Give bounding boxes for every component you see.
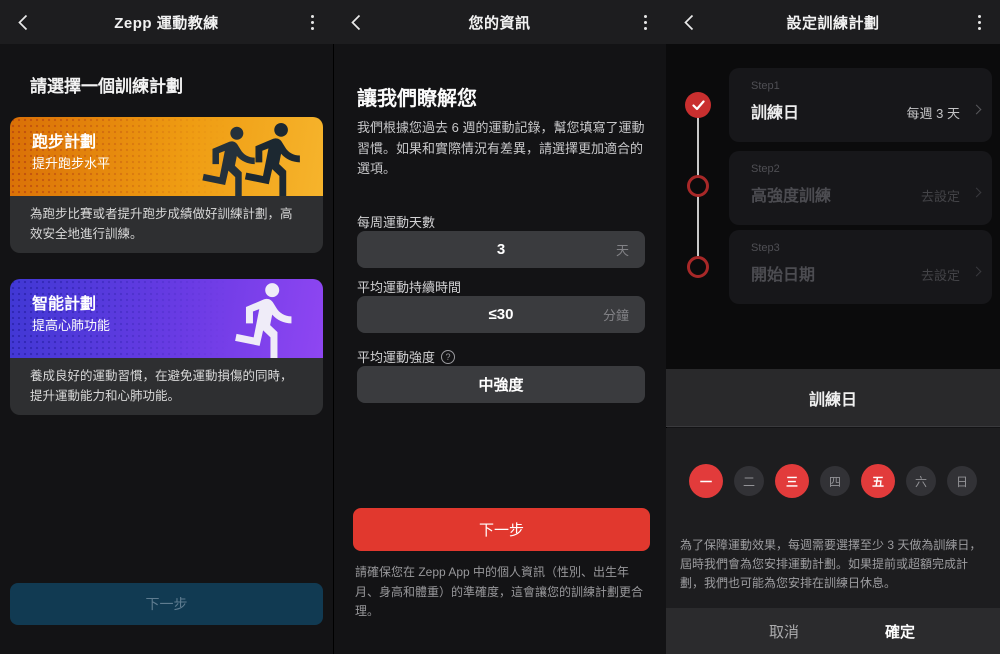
back-icon[interactable] — [679, 12, 699, 32]
bottom-sheet-footer: 取消 確定 — [666, 608, 1000, 654]
day-thursday[interactable]: 四 — [820, 466, 850, 496]
plan-description: 為跑步比賽或者提升跑步成績做好訓練計劃，高效安全地進行訓練。 — [10, 196, 323, 253]
step-card-training-days[interactable]: Step1 訓練日 每週 3 天 — [729, 68, 992, 142]
avg-duration-select[interactable]: ≤30 分鐘 — [357, 296, 645, 333]
step-number: Step1 — [751, 80, 780, 92]
confirm-button[interactable]: 確定 — [840, 621, 960, 642]
running-plan-banner: 跑步計劃 提升跑步水平 — [10, 117, 323, 196]
screen-your-info: 您的資訊 讓我們瞭解您 我們根據您過去 6 週的運動記錄，幫您填寫了運動習慣。如… — [333, 0, 666, 654]
day-monday[interactable]: 一 — [689, 464, 723, 498]
chevron-right-icon — [972, 267, 982, 277]
step-value: 去設定 — [921, 186, 960, 205]
field-label-duration: 平均運動持續時間 — [357, 277, 461, 296]
day-sunday[interactable]: 日 — [947, 466, 977, 496]
step-number: Step3 — [751, 242, 780, 254]
field-unit: 天 — [616, 240, 629, 259]
step-value: 每週 3 天 — [907, 103, 960, 122]
runners-image — [235, 118, 317, 196]
plan-description: 養成良好的運動習慣，在避免運動損傷的同時，提升運動能力和心肺功能。 — [10, 358, 323, 415]
day-tuesday[interactable]: 二 — [734, 466, 764, 496]
step-card-high-intensity[interactable]: Step2 高強度訓練 去設定 — [729, 151, 992, 225]
step1-done-indicator — [685, 92, 711, 118]
field-label-days: 每周運動天數 — [357, 212, 435, 231]
step-title: 訓練日 — [751, 99, 799, 123]
page-title: Zepp 運動教練 — [114, 12, 219, 33]
plan-subtitle: 提升跑步水平 — [32, 153, 110, 172]
check-icon — [692, 100, 705, 111]
field-label-text: 平均運動強度 — [357, 347, 435, 366]
runner-image — [225, 279, 309, 358]
step-title: 開始日期 — [751, 261, 815, 285]
chevron-right-icon — [972, 105, 982, 115]
back-icon[interactable] — [13, 12, 33, 32]
step-card-start-date[interactable]: Step3 開始日期 去設定 — [729, 230, 992, 304]
page-title: 設定訓練計劃 — [786, 12, 879, 33]
next-button-disabled[interactable]: 下一步 — [10, 583, 323, 625]
plan-title: 智能計劃 — [32, 290, 96, 314]
field-value: ≤30 — [489, 306, 514, 323]
step-number: Step2 — [751, 163, 780, 175]
plan-title: 跑步計劃 — [32, 128, 96, 152]
plan-card-running[interactable]: 跑步計劃 提升跑步水平 為跑步比賽或者提升跑步成績做好訓練計劃，高效安全地進行訓… — [10, 117, 323, 253]
days-per-week-select[interactable]: 3 天 — [357, 231, 645, 268]
screen-setup-plan: 設定訓練計劃 Step1 訓練日 每週 3 天 Step2 高強度訓練 去設定 … — [666, 0, 1000, 654]
weekday-picker: 一 二 三 四 五 六 日 — [666, 464, 1000, 498]
field-value: 3 — [497, 241, 505, 258]
smart-plan-banner: 智能計劃 提高心肺功能 — [10, 279, 323, 358]
plan-card-smart[interactable]: 智能計劃 提高心肺功能 養成良好的運動習慣，在避免運動損傷的同時，提升運動能力和… — [10, 279, 323, 415]
field-unit: 分鐘 — [603, 305, 629, 324]
appbar-setup-plan: 設定訓練計劃 — [666, 0, 1000, 44]
back-icon[interactable] — [346, 12, 366, 32]
day-wednesday[interactable]: 三 — [775, 464, 809, 498]
bottom-sheet-header: 訓練日 — [666, 369, 1000, 427]
help-icon[interactable]: ? — [441, 350, 455, 364]
day-saturday[interactable]: 六 — [906, 466, 936, 496]
bottom-sheet-body: 一 二 三 四 五 六 日 為了保障運動效果，每週需要選擇至少 3 天做為訓練日… — [666, 428, 1000, 608]
chevron-right-icon — [972, 188, 982, 198]
section-title: 請選擇一個訓練計劃 — [30, 72, 183, 97]
field-value: 中強度 — [478, 374, 523, 395]
zepp-coach-app: Zepp 運動教練 請選擇一個訓練計劃 跑步計劃 提升跑步水平 為跑步比賽或者提… — [0, 0, 1000, 654]
avg-intensity-select[interactable]: 中強度 — [357, 366, 645, 403]
next-button[interactable]: 下一步 — [353, 508, 650, 551]
step-title: 高強度訓練 — [751, 182, 831, 206]
step3-pending-indicator — [687, 256, 709, 278]
appbar-your-info: 您的資訊 — [333, 0, 666, 44]
day-friday[interactable]: 五 — [861, 464, 895, 498]
appbar-plan-selection: Zepp 運動教練 — [0, 0, 333, 44]
page-title: 您的資訊 — [468, 12, 530, 33]
kebab-menu-icon[interactable] — [968, 11, 990, 33]
sheet-title: 訓練日 — [809, 386, 857, 410]
screen-plan-selection: Zepp 運動教練 請選擇一個訓練計劃 跑步計劃 提升跑步水平 為跑步比賽或者提… — [0, 0, 333, 654]
plan-subtitle: 提高心肺功能 — [32, 315, 110, 334]
step-value: 去設定 — [921, 265, 960, 284]
kebab-menu-icon[interactable] — [634, 11, 656, 33]
kebab-menu-icon[interactable] — [301, 11, 323, 33]
cancel-button[interactable]: 取消 — [724, 621, 844, 642]
page-heading: 讓我們瞭解您 — [357, 82, 477, 111]
step2-pending-indicator — [687, 175, 709, 197]
footnote-text: 請確保您在 Zepp App 中的個人資訊（性別、出生年月、身高和體重）的準確度… — [355, 563, 648, 622]
intro-text: 我們根據您過去 6 週的運動記錄，幫您填寫了運動習慣。如果和實際情況有差異，請選… — [357, 118, 646, 180]
field-label-intensity: 平均運動強度 ? — [357, 347, 455, 366]
sheet-note: 為了保障運動效果，每週需要選擇至少 3 天做為訓練日，屆時我們會為您安排運動計劃… — [680, 536, 988, 593]
